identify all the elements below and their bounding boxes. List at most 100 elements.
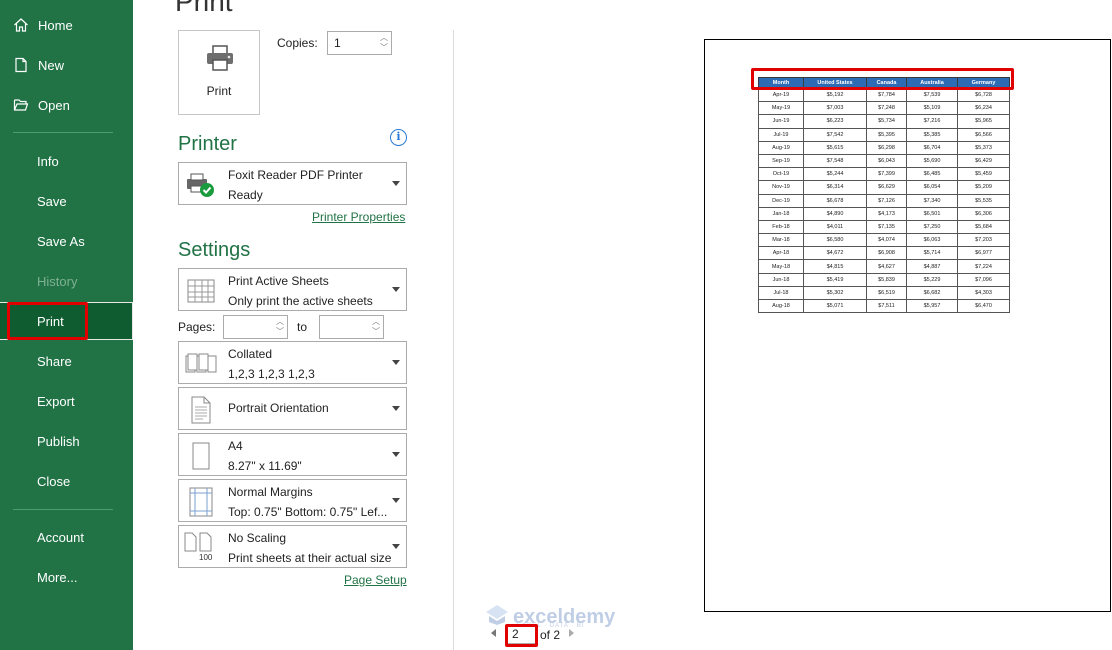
sidebar-item-save[interactable]: Save [0, 182, 133, 220]
table-cell: $5,373 [957, 140, 1010, 155]
chevron-down-icon [392, 451, 400, 457]
header-highlight-box [751, 68, 1014, 90]
print-preview-page: Month United States Canada Australia Ger… [704, 39, 1111, 612]
sidebar-item-export[interactable]: Export [0, 382, 133, 420]
table-cell: $5,734 [866, 114, 907, 129]
table-cell: $6,908 [866, 246, 907, 261]
table-cell: $5,071 [803, 298, 867, 314]
chevron-down-icon [392, 405, 400, 411]
table-cell: $6,314 [803, 180, 867, 195]
sidebar-item-save-as[interactable]: Save As [0, 222, 133, 260]
table-cell: $5,209 [957, 180, 1010, 195]
table-cell: $6,054 [906, 180, 958, 195]
table-cell: $6,566 [957, 127, 1010, 142]
copies-label: Copies: [277, 36, 318, 50]
sidebar-item-info[interactable]: Info [0, 142, 133, 180]
table-cell: $6,470 [957, 298, 1010, 314]
info-icon[interactable]: i [390, 129, 407, 146]
table-cell: $6,580 [803, 233, 867, 248]
preview-data-table: Month United States Canada Australia Ger… [758, 77, 1010, 314]
print-what-select[interactable]: Print Active Sheets Only print the activ… [178, 268, 407, 311]
table-cell: $7,539 [906, 87, 958, 103]
printer-properties-link[interactable]: Printer Properties [312, 210, 405, 224]
sheet-grid-icon [183, 274, 219, 308]
sidebar-item-more[interactable]: More... [0, 558, 133, 596]
table-cell: $7,096 [957, 272, 1010, 287]
stepper-arrows-icon[interactable]: ︿ ﹀ [380, 33, 388, 53]
pages-to-stepper[interactable]: ︿ ﹀ [319, 315, 384, 339]
table-cell: $6,485 [906, 167, 958, 182]
scaling-select[interactable]: 100 No Scaling Print sheets at their act… [178, 525, 407, 568]
table-cell: $6,234 [957, 101, 1010, 116]
table-row: Feb-18 $4,011 $7,135 $7,250 $5,684 [758, 219, 1010, 235]
table-cell: Jun-19 [758, 114, 804, 129]
sidebar-item-publish[interactable]: Publish [0, 422, 133, 460]
sidebar-item-new[interactable]: New [0, 46, 133, 84]
table-cell: $5,385 [906, 127, 958, 142]
table-row: Oct-19 $5,244 $7,399 $6,485 $5,459 [758, 167, 1010, 182]
margins-select[interactable]: Normal Margins Top: 0.75" Bottom: 0.75" … [178, 479, 407, 522]
page-title: Print [175, 0, 233, 17]
stepper-arrows-icon[interactable]: ︿ ﹀ [276, 317, 284, 337]
print-highlight-box [7, 302, 88, 340]
table-cell: Jan-18 [758, 206, 804, 221]
table-cell: Sep-19 [758, 153, 804, 169]
table-cell: $4,074 [866, 233, 907, 248]
table-cell: Apr-18 [758, 246, 804, 261]
stepper-arrows-icon[interactable]: ︿ ﹀ [372, 317, 380, 337]
sidebar-item-close[interactable]: Close [0, 462, 133, 500]
collated-pages-icon [183, 347, 219, 381]
printer-ready-icon [183, 168, 219, 202]
table-cell: $5,192 [803, 87, 867, 103]
next-page-arrow-icon[interactable] [569, 629, 574, 637]
table-row: Jul-19 $7,542 $5,395 $5,385 $6,566 [758, 127, 1010, 142]
table-cell: $4,815 [803, 259, 867, 274]
sidebar-item-account[interactable]: Account [0, 518, 133, 556]
home-icon [12, 16, 30, 34]
table-row: May-18 $4,815 $4,627 $4,887 $7,224 [758, 259, 1010, 274]
table-row: Jul-18 $5,302 $6,519 $6,682 $4,303 [758, 285, 1010, 301]
sidebar-item-home[interactable]: Home [0, 6, 133, 44]
page-number-highlight-box [505, 624, 538, 647]
table-cell: May-18 [758, 259, 804, 274]
table-cell: Apr-19 [758, 87, 804, 103]
table-cell: $7,250 [906, 219, 958, 235]
table-cell: $6,298 [866, 140, 907, 155]
copies-stepper[interactable]: 1 ︿ ﹀ [327, 31, 392, 55]
table-cell: $6,977 [957, 246, 1010, 261]
previous-page-arrow-icon[interactable] [491, 629, 496, 637]
print-button[interactable]: Print [178, 30, 260, 115]
table-cell: Dec-19 [758, 193, 804, 208]
table-cell: $4,627 [866, 259, 907, 274]
table-cell: $7,784 [866, 87, 907, 103]
table-row: May-19 $7,003 $7,248 $5,109 $6,234 [758, 101, 1010, 116]
table-row: Apr-18 $4,672 $6,908 $5,714 $6,977 [758, 246, 1010, 261]
table-cell: Feb-18 [758, 219, 804, 235]
table-cell: $5,419 [803, 272, 867, 287]
sidebar-item-history: History [37, 273, 78, 289]
paper-size-select[interactable]: A4 8.27" x 11.69" [178, 433, 407, 476]
pages-label: Pages: [178, 320, 216, 334]
sidebar-item-open[interactable]: Open [0, 86, 133, 124]
collation-select[interactable]: Collated 1,2,3 1,2,3 1,2,3 [178, 341, 407, 384]
pages-from-stepper[interactable]: ︿ ﹀ [223, 315, 288, 339]
table-cell: $5,965 [957, 114, 1010, 129]
table-cell: $4,887 [906, 259, 958, 274]
printer-select[interactable]: Foxit Reader PDF Printer Ready [178, 162, 407, 205]
page-setup-link[interactable]: Page Setup [344, 573, 407, 587]
table-cell: $6,629 [866, 180, 907, 195]
orientation-select[interactable]: Portrait Orientation [178, 387, 407, 430]
new-document-icon [12, 56, 30, 74]
sidebar-divider [13, 132, 113, 133]
table-cell: $5,839 [866, 272, 907, 287]
backstage-print-view: Home New Open Info Save Save As History [0, 0, 1112, 650]
table-cell: Oct-19 [758, 167, 804, 182]
table-cell: Aug-19 [758, 140, 804, 155]
table-cell: $4,011 [803, 219, 867, 235]
table-cell: $7,542 [803, 127, 867, 142]
table-cell: $7,248 [866, 101, 907, 116]
sidebar-item-share[interactable]: Share [0, 342, 133, 380]
settings-heading: Settings [178, 239, 251, 261]
chevron-down-icon [392, 359, 400, 365]
table-cell: $5,684 [957, 219, 1010, 235]
